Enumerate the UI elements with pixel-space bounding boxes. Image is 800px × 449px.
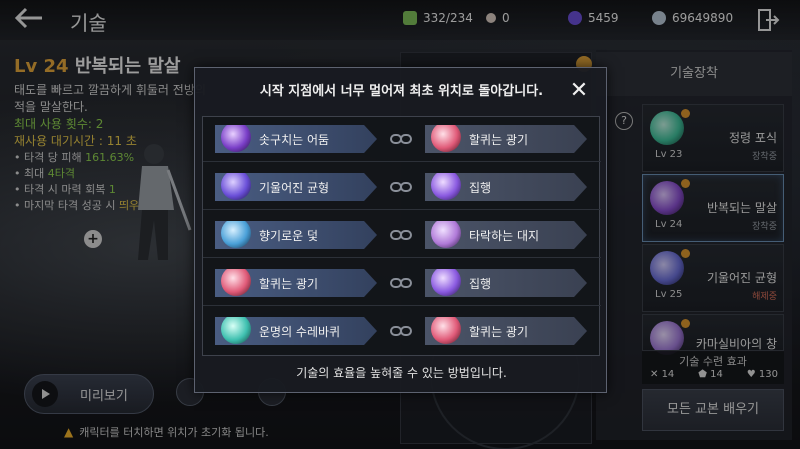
combo-right-skill[interactable]: 집행 bbox=[425, 173, 587, 201]
info-modal: 시작 지점에서 너무 멀어져 최초 위치로 돌아갑니다. ✕ 솟구치는 어둠 할… bbox=[194, 67, 607, 393]
combo-left-label: 기울어진 균형 bbox=[259, 181, 330, 195]
chain-link-icon bbox=[389, 131, 413, 147]
combo-right-label: 할퀴는 광기 bbox=[469, 133, 529, 147]
combo-right-label: 집행 bbox=[469, 277, 492, 291]
combo-right-label: 집행 bbox=[469, 181, 492, 195]
skill-orb-icon bbox=[221, 317, 251, 344]
combo-left-skill[interactable]: 운명의 수레바퀴 bbox=[215, 317, 377, 345]
combo-row: 솟구치는 어둠 할퀴는 광기 bbox=[203, 117, 601, 162]
combo-left-label: 솟구치는 어둠 bbox=[259, 133, 330, 147]
combo-right-label: 할퀴는 광기 bbox=[469, 325, 529, 339]
skill-orb-icon bbox=[431, 221, 461, 248]
skill-orb-icon bbox=[431, 317, 461, 344]
combo-right-skill[interactable]: 할퀴는 광기 bbox=[425, 317, 587, 345]
combo-row: 할퀴는 광기 집행 bbox=[203, 261, 601, 306]
chain-link-icon bbox=[389, 227, 413, 243]
skill-orb-icon bbox=[431, 269, 461, 296]
skill-orb-icon bbox=[221, 125, 251, 152]
combo-right-skill[interactable]: 할퀴는 광기 bbox=[425, 125, 587, 153]
combo-left-label: 운명의 수레바퀴 bbox=[259, 325, 341, 339]
skill-orb-icon bbox=[431, 125, 461, 152]
modal-footer: 기술의 효율을 높혀줄 수 있는 방법입니다. bbox=[296, 366, 507, 380]
skill-orb-icon bbox=[221, 173, 251, 200]
combo-left-skill[interactable]: 솟구치는 어둠 bbox=[215, 125, 377, 153]
skill-orb-icon bbox=[221, 269, 251, 296]
combo-left-skill[interactable]: 할퀴는 광기 bbox=[215, 269, 377, 297]
combo-list: 솟구치는 어둠 할퀴는 광기 기울어진 균형 집행 향기로운 덫 타락하는 대지… bbox=[202, 116, 601, 356]
skill-orb-icon bbox=[221, 221, 251, 248]
chain-link-icon bbox=[389, 323, 413, 339]
chain-link-icon bbox=[389, 179, 413, 195]
close-icon[interactable]: ✕ bbox=[567, 80, 591, 104]
combo-right-skill[interactable]: 집행 bbox=[425, 269, 587, 297]
combo-right-skill[interactable]: 타락하는 대지 bbox=[425, 221, 587, 249]
combo-row: 향기로운 덫 타락하는 대지 bbox=[203, 213, 601, 258]
combo-row: 운명의 수레바퀴 할퀴는 광기 bbox=[203, 309, 601, 354]
combo-left-skill[interactable]: 기울어진 균형 bbox=[215, 173, 377, 201]
combo-right-label: 타락하는 대지 bbox=[469, 229, 540, 243]
combo-left-label: 할퀴는 광기 bbox=[259, 277, 319, 291]
combo-left-skill[interactable]: 향기로운 덫 bbox=[215, 221, 377, 249]
chain-link-icon bbox=[389, 275, 413, 291]
skill-orb-icon bbox=[431, 173, 461, 200]
combo-row: 기울어진 균형 집행 bbox=[203, 165, 601, 210]
modal-title: 시작 지점에서 너무 멀어져 최초 위치로 돌아갑니다. bbox=[259, 84, 544, 99]
combo-left-label: 향기로운 덫 bbox=[259, 229, 319, 243]
